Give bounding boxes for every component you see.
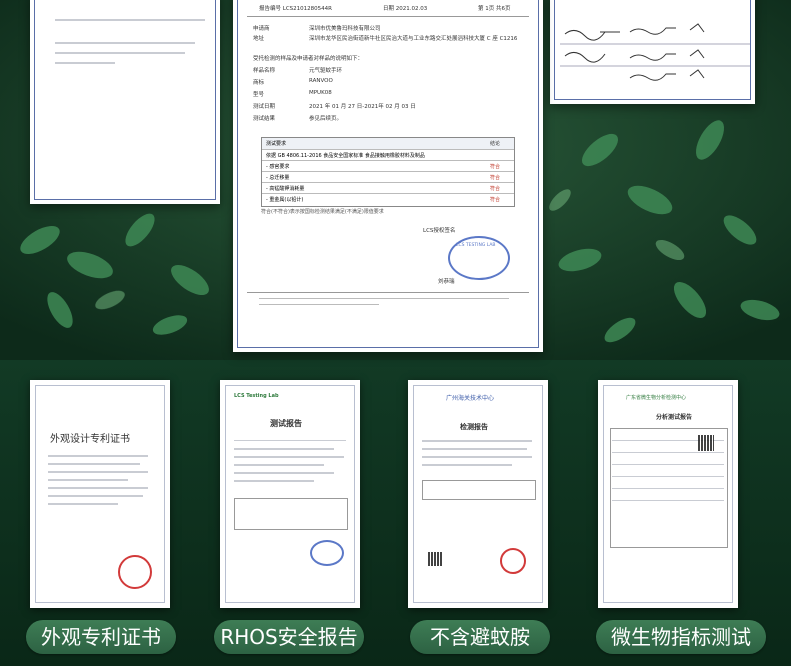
table-row: - 重金属(以铅计) 符合: [262, 193, 514, 205]
info-row-note: 受托检测的样品及申请者对样品的说明如下：: [253, 56, 364, 62]
label-no-deet[interactable]: 不含避蚊胺: [410, 620, 550, 654]
table-header: 测试要求 结论: [262, 138, 514, 149]
customs-logo: 广州海关技术中心: [446, 395, 495, 402]
info-row-model: 型号 MPUK08: [253, 90, 332, 98]
seal-icon: [118, 555, 152, 589]
test-requirements-table: 测试要求 结论 依据 GB 4806.11-2016 食品安全国家标准 食品接触…: [261, 137, 515, 207]
label-patent-certificate[interactable]: 外观专利证书: [26, 620, 176, 654]
info-row-applicant: 申请商 深圳市优美鲁玛科技有限公司: [253, 26, 381, 32]
report-number: 报告编号 LCS2101280544R: [259, 6, 332, 12]
gdmc-logo: 广东省微生物分析检测中心: [626, 395, 687, 401]
seal-icon: [500, 548, 526, 574]
certificate-title: 外观设计专利证书: [50, 434, 130, 445]
certificate-title: 检测报告: [460, 423, 488, 431]
signature-doc-partial: [550, 0, 755, 104]
certificate-title: 测试报告: [270, 419, 302, 428]
signature-strokes: [560, 23, 750, 81]
info-row-result: 测试结果 参见后续页。: [253, 116, 343, 122]
authorized-signature-label: LCS授权签名: [423, 228, 456, 234]
lab-stamp: LCS TESTING LAB: [448, 236, 510, 280]
qr-code-icon: [428, 552, 442, 566]
info-row-test-date: 测试日期 2021 年 01 月 27 日-2021年 02 月 03 日: [253, 104, 416, 110]
lab-stamp: [310, 540, 344, 566]
signer-name: 刘恭瑞: [438, 279, 455, 285]
qr-code-icon: [698, 435, 714, 451]
report-page: 第 1页 共6页: [478, 6, 511, 12]
certificate-title: 分析测试报告: [656, 414, 693, 421]
table-note: 符合(不符合)表示按国标检测结果满足(不满足)限值要求: [261, 209, 384, 215]
microbial-report-thumb[interactable]: 广东省微生物分析检测中心 分析测试报告: [598, 380, 738, 608]
info-row-sample-name: 样品名称 元气驱蚊手环: [253, 68, 343, 74]
info-row-trademark: 商标 RANVOO: [253, 78, 333, 86]
info-row-address: 地址 深圳市龙华区民治街道新牛社区民治大道与工业东路交汇处展滔科技大厦 C 座 …: [253, 36, 518, 42]
customs-report-thumb[interactable]: 广州海关技术中心 检测报告: [408, 380, 548, 608]
report-date: 日期 2021.02.03: [383, 6, 428, 12]
patent-doc-partial: [30, 0, 220, 204]
patent-certificate-thumb[interactable]: 外观设计专利证书: [30, 380, 170, 608]
label-rohs-report[interactable]: RHOS安全报告: [214, 620, 364, 654]
lcs-test-report: 报告编号 LCS2101280544R 日期 2021.02.03 第 1页 共…: [233, 0, 543, 352]
lcs-report-thumb[interactable]: LCS Testing Lab 测试报告: [220, 380, 360, 608]
label-microbial-test[interactable]: 微生物指标测试: [596, 620, 766, 654]
lcs-logo: LCS Testing Lab: [234, 393, 279, 399]
